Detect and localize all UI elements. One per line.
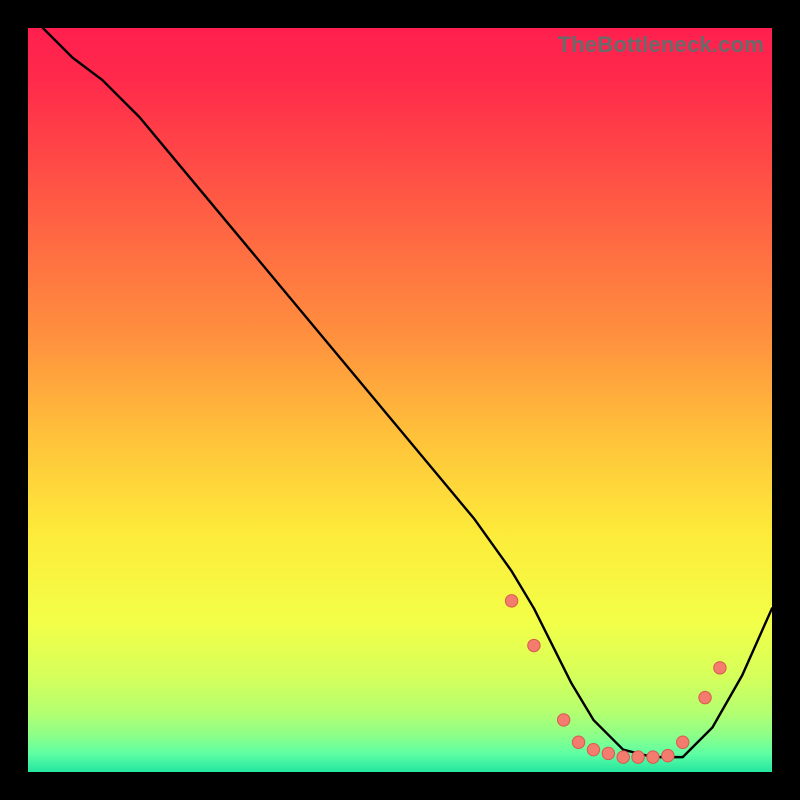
chart-stage: TheBottleneck.com bbox=[0, 0, 800, 800]
data-marker bbox=[632, 751, 644, 763]
data-marker bbox=[699, 691, 711, 703]
data-marker bbox=[587, 743, 599, 755]
data-marker bbox=[617, 751, 629, 763]
data-marker bbox=[572, 736, 584, 748]
data-marker bbox=[647, 751, 659, 763]
data-marker bbox=[662, 749, 674, 761]
plot-area: TheBottleneck.com bbox=[28, 28, 772, 772]
data-marker bbox=[714, 662, 726, 674]
chart-svg bbox=[28, 28, 772, 772]
data-marker bbox=[557, 714, 569, 726]
data-marker bbox=[602, 747, 614, 759]
data-marker bbox=[677, 736, 689, 748]
data-marker bbox=[528, 639, 540, 651]
data-marker bbox=[505, 595, 517, 607]
curve-path bbox=[28, 28, 772, 757]
